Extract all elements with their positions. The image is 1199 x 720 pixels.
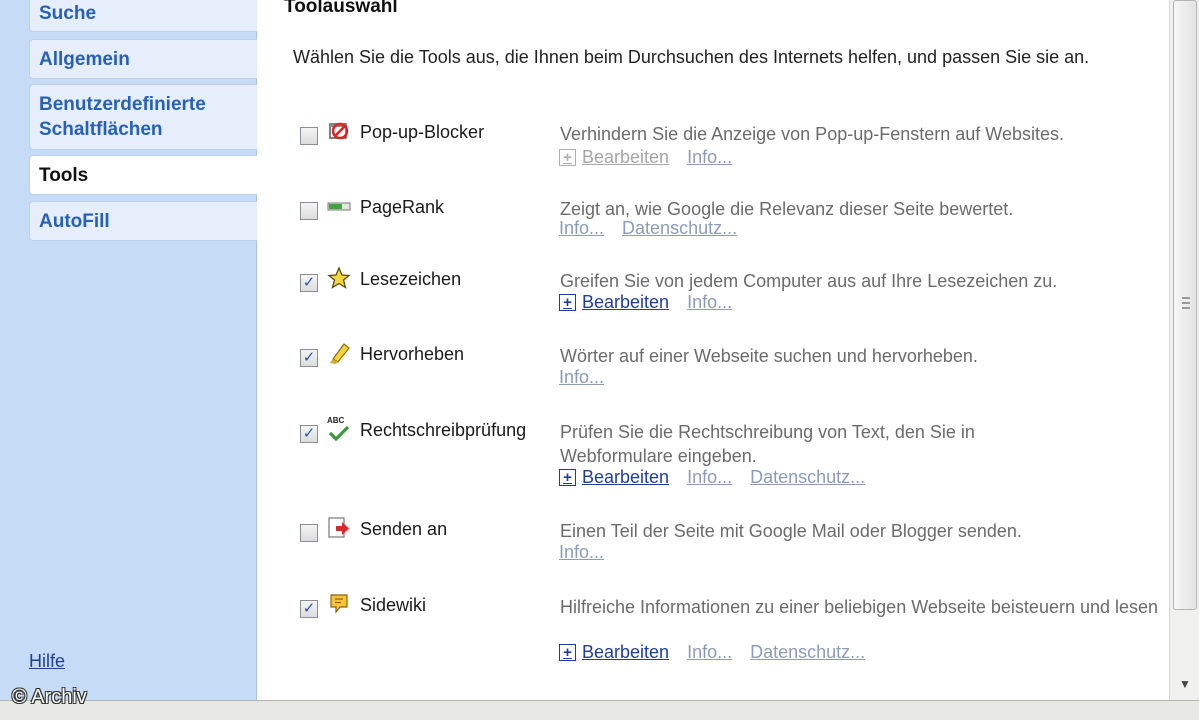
tools-panel: Toolauswahl Wählen Sie die Tools aus, di… <box>257 0 1169 700</box>
tool-name: PageRank <box>360 197 445 217</box>
check-mark-icon: ✓ <box>302 274 316 291</box>
sidebar-tab-tools[interactable]: Tools <box>29 155 258 195</box>
tool-row-senden-an: Senden an Einen Teil der Seite mit Googl… <box>257 512 1169 572</box>
sidebar-tab-allgemein[interactable]: Allgemein <box>29 39 257 79</box>
tab-label: Benutzerdefinierte Schaltflächen <box>39 94 206 140</box>
info-link-lesezeichen[interactable]: Info... <box>687 292 732 313</box>
edit-link-lesezeichen[interactable]: + Bearbeiten <box>559 292 669 313</box>
sidebar: Suche Allgemein Benutzerdefinierte Schal… <box>0 0 258 720</box>
tool-description: Greifen Sie von jedem Computer aus auf I… <box>560 271 1058 291</box>
checkbox-sidewiki[interactable]: ✓ <box>300 600 318 618</box>
info-link-rechtschreibpruefung[interactable]: Info... <box>687 467 732 488</box>
tool-name: Rechtschreibprüfung <box>360 420 527 440</box>
intro-text: Wählen Sie die Tools aus, die Ihnen beim… <box>293 47 1090 67</box>
checkbox-rechtschreibpruefung[interactable]: ✓ <box>300 425 318 443</box>
checkbox-pagerank[interactable] <box>300 202 318 220</box>
check-mark-icon: ✓ <box>302 349 316 366</box>
checkbox-lesezeichen[interactable]: ✓ <box>300 274 318 292</box>
bottom-bar <box>0 700 1199 720</box>
edit-link-rechtschreibpruefung[interactable]: + Bearbeiten <box>559 467 669 488</box>
checkbox-popup-blocker[interactable] <box>300 127 318 145</box>
info-link-popup-blocker[interactable]: Info... <box>687 147 732 168</box>
tool-description: Hilfreiche Informationen zu einer belieb… <box>560 597 1159 617</box>
plus-icon: + <box>559 644 576 661</box>
sidebar-tab-suche[interactable]: Suche <box>29 0 257 32</box>
tool-row-pagerank: PageRank Zeigt an, wie Google die Releva… <box>257 190 1169 250</box>
checkbox-senden-an[interactable] <box>300 524 318 542</box>
tool-name: Senden an <box>360 519 448 539</box>
info-link-hervorheben[interactable]: Info... <box>559 367 604 388</box>
tool-row-popup-blocker: Pop-up-Blocker Verhindern Sie die Anzeig… <box>257 115 1169 175</box>
tool-description: Wörter auf einer Webseite suchen und her… <box>560 346 978 366</box>
edit-label: Bearbeiten <box>582 467 670 487</box>
plus-icon: + <box>559 469 576 486</box>
popup-blocker-icon <box>326 118 352 144</box>
abc-label: ABC <box>327 416 345 425</box>
tool-row-sidewiki: ✓ Sidewiki Hilfreiche Informationen zu e… <box>257 588 1169 668</box>
tab-label: Suche <box>39 2 97 24</box>
edit-label: Bearbeiten <box>582 642 670 662</box>
grip-icon <box>1182 297 1190 309</box>
tool-row-rechtschreibpruefung: ✓ ABC Rechtschreibprüfung Prüfen Sie die… <box>257 413 1169 493</box>
tab-label: Tools <box>39 164 89 186</box>
tool-row-hervorheben: ✓ Hervorheben Wörter auf einer Webseite … <box>257 337 1169 392</box>
plus-icon: + <box>559 294 576 311</box>
sidewiki-icon <box>326 591 352 617</box>
tab-label: AutoFill <box>39 210 110 232</box>
tool-name: Sidewiki <box>360 595 427 615</box>
tool-description: Einen Teil der Seite mit Google Mail ode… <box>560 521 1022 541</box>
tool-name: Pop-up-Blocker <box>360 122 485 142</box>
edit-link-sidewiki[interactable]: + Bearbeiten <box>559 642 669 663</box>
check-mark-icon: ✓ <box>302 600 316 617</box>
info-link-senden-an[interactable]: Info... <box>559 542 604 563</box>
edit-link-popup-blocker[interactable]: + Bearbeiten <box>559 147 669 168</box>
help-link[interactable]: Hilfe <box>29 651 65 672</box>
page-title: Toolauswahl <box>284 0 398 17</box>
watermark: © Archiv <box>12 686 87 708</box>
privacy-link-rechtschreibpruefung[interactable]: Datenschutz... <box>750 467 865 488</box>
scroll-down-icon[interactable]: ▼ <box>1173 672 1197 696</box>
checkbox-hervorheben[interactable]: ✓ <box>300 349 318 367</box>
scrollbar-thumb[interactable] <box>1173 0 1197 610</box>
tool-description: Verhindern Sie die Anzeige von Pop-up-Fe… <box>560 124 1064 144</box>
tool-row-lesezeichen: ✓ Lesezeichen Greifen Sie von jedem Comp… <box>257 262 1169 322</box>
edit-label: Bearbeiten <box>582 147 670 167</box>
pagerank-icon <box>326 193 352 219</box>
tool-description: Prüfen Sie die Rechtschreibung von Text,… <box>560 422 975 466</box>
tool-name: Lesezeichen <box>360 269 462 289</box>
check-mark-icon: ✓ <box>302 425 316 442</box>
vertical-scrollbar[interactable]: ▼ <box>1169 0 1199 700</box>
privacy-link-sidewiki[interactable]: Datenschutz... <box>750 642 865 663</box>
tool-name: Hervorheben <box>360 344 465 364</box>
info-link-pagerank[interactable]: Info... <box>559 218 604 239</box>
spellcheck-icon: ABC <box>326 416 352 442</box>
edit-label: Bearbeiten <box>582 292 670 312</box>
plus-icon: + <box>559 149 576 166</box>
highlighter-icon <box>326 340 352 366</box>
sidebar-tab-benutzerdefinierte-schaltflaechen[interactable]: Benutzerdefinierte Schaltflächen <box>29 84 257 150</box>
privacy-link-pagerank[interactable]: Datenschutz... <box>622 218 737 239</box>
send-to-icon <box>326 515 352 541</box>
tab-label: Allgemein <box>39 48 130 70</box>
info-link-sidewiki[interactable]: Info... <box>687 642 732 663</box>
sidebar-tab-autofill[interactable]: AutoFill <box>29 201 257 241</box>
star-icon <box>326 265 352 291</box>
